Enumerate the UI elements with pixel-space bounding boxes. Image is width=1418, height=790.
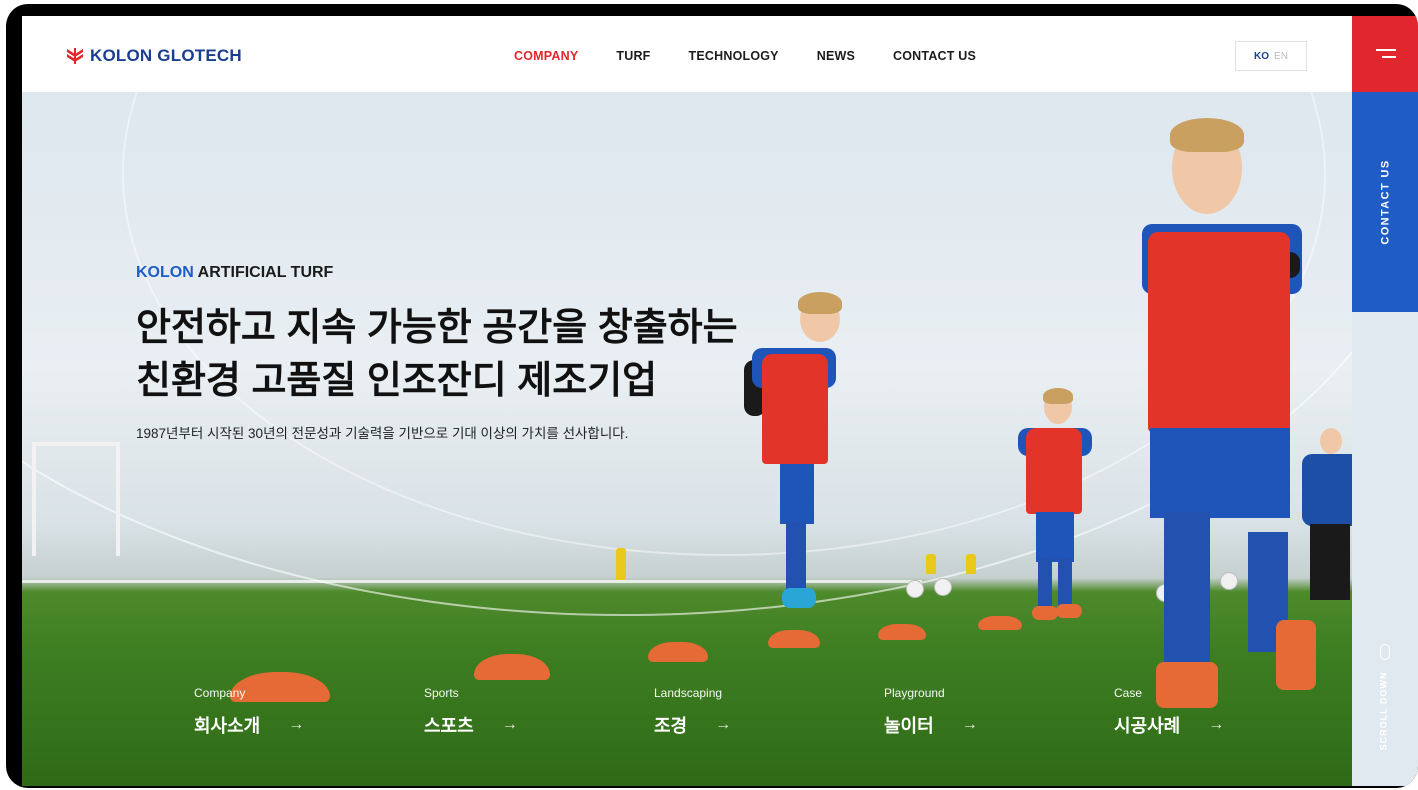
category-ko-label: 시공사례 <box>1114 716 1181 736</box>
hero-eyebrow: KOLON ARTIFICIAL TURF <box>136 264 738 282</box>
category-en-label: Playground <box>884 686 945 700</box>
menu-button[interactable] <box>1352 16 1418 92</box>
training-cone <box>768 630 820 648</box>
arrow-right-icon: → <box>715 716 732 733</box>
nav-turf[interactable]: TURF <box>616 49 650 63</box>
main-nav: COMPANY TURF TECHNOLOGY NEWS CONTACT US <box>514 49 976 63</box>
nav-company[interactable]: COMPANY <box>514 49 578 63</box>
soccer-ball <box>906 580 924 598</box>
soccer-ball <box>1220 572 1238 590</box>
site-logo[interactable]: KOLON GLOTECH <box>66 46 242 66</box>
browser-screen: KOLON ARTIFICIAL TURF 안전하고 지속 가능한 공간을 창출… <box>22 16 1418 786</box>
category-ko-label: 놀이터 <box>884 716 934 736</box>
training-cone <box>878 624 926 640</box>
contact-us-tab[interactable]: CONTACT US <box>1352 92 1418 312</box>
training-cone <box>474 654 550 680</box>
category-en-label: Sports <box>424 686 459 700</box>
category-ko-label: 조경 <box>654 716 688 736</box>
category-links: Company 회사소개 → Sports 스포츠 → Landscaping 조경… <box>194 686 1344 738</box>
site-header: KOLON GLOTECH COMPANY TURF TECHNOLOGY NE… <box>22 16 1352 92</box>
category-ko-label: 회사소개 <box>194 716 261 736</box>
soccer-goal <box>32 442 120 556</box>
category-company[interactable]: Company 회사소개 → <box>194 686 424 738</box>
category-ko-label: 스포츠 <box>424 716 474 736</box>
category-landscaping[interactable]: Landscaping 조경 → <box>654 686 884 738</box>
category-playground[interactable]: Playground 놀이터 → <box>884 686 1114 738</box>
category-sports[interactable]: Sports 스포츠 → <box>424 686 654 738</box>
eyebrow-rest: ARTIFICIAL TURF <box>193 264 334 281</box>
nav-news[interactable]: NEWS <box>817 49 855 63</box>
arrow-right-icon: → <box>288 716 305 733</box>
arrow-right-icon: → <box>501 716 518 733</box>
logo-text: KOLON GLOTECH <box>90 46 242 65</box>
scroll-down-label: SCROLL DOWN <box>1378 671 1389 751</box>
training-cone <box>648 642 708 662</box>
hero-section: KOLON ARTIFICIAL TURF 안전하고 지속 가능한 공간을 창출… <box>22 92 1352 786</box>
hero-headline: 안전하고 지속 가능한 공간을 창출하는 친환경 고품질 인조잔디 제조기업 <box>136 302 738 408</box>
eyebrow-accent: KOLON <box>136 264 194 281</box>
category-case[interactable]: Case 시공사례 → <box>1114 686 1344 738</box>
category-en-label: Company <box>194 686 246 700</box>
kolon-logo-icon <box>67 48 83 64</box>
training-pole <box>616 548 626 580</box>
headline-line-2: 친환경 고품질 인조잔디 제조기업 <box>136 360 658 403</box>
training-cone <box>978 616 1022 630</box>
lang-ko[interactable]: KO <box>1254 51 1269 62</box>
device-frame: KOLON ARTIFICIAL TURF 안전하고 지속 가능한 공간을 창출… <box>6 4 1418 788</box>
lang-en[interactable]: EN <box>1274 51 1288 62</box>
soccer-ball <box>934 578 952 596</box>
contact-us-label: CONTACT US <box>1380 159 1393 245</box>
headline-line-1: 안전하고 지속 가능한 공간을 창출하는 <box>136 307 738 349</box>
language-switcher: KO EN <box>1235 41 1307 71</box>
arrow-right-icon: → <box>961 716 978 733</box>
training-pole <box>926 554 936 574</box>
nav-technology[interactable]: TECHNOLOGY <box>689 49 779 63</box>
category-en-label: Case <box>1114 686 1143 700</box>
scroll-down-indicator[interactable]: SCROLL DOWN <box>1372 644 1398 774</box>
hero-text-block: KOLON ARTIFICIAL TURF 안전하고 지속 가능한 공간을 창출… <box>136 264 738 442</box>
nav-contact-us[interactable]: CONTACT US <box>893 49 976 63</box>
hero-subline: 1987년부터 시작된 30년의 전문성과 기술력을 기반으로 기대 이상의 가… <box>136 426 629 442</box>
hamburger-menu-icon <box>1376 49 1396 59</box>
category-en-label: Landscaping <box>654 686 723 700</box>
training-pole <box>966 554 976 574</box>
mouse-scroll-icon <box>1380 644 1390 660</box>
arrow-right-icon: → <box>1208 716 1225 733</box>
